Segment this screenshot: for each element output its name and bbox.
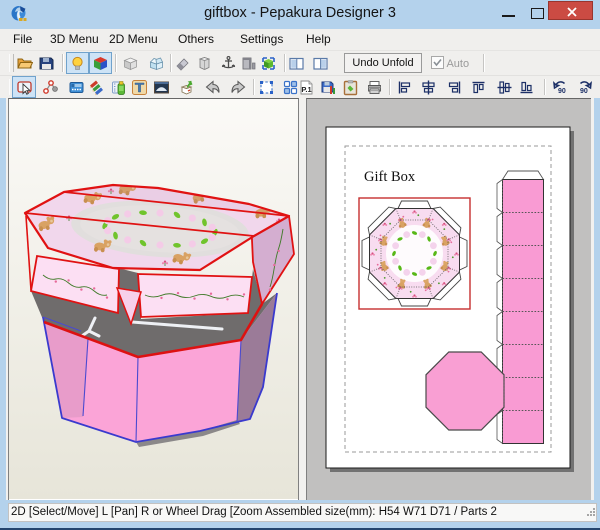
svg-text:Gift Box: Gift Box (364, 169, 416, 185)
svg-text:90: 90 (580, 88, 588, 95)
svg-text:P.1: P.1 (301, 85, 311, 94)
svg-text:90: 90 (558, 88, 566, 95)
